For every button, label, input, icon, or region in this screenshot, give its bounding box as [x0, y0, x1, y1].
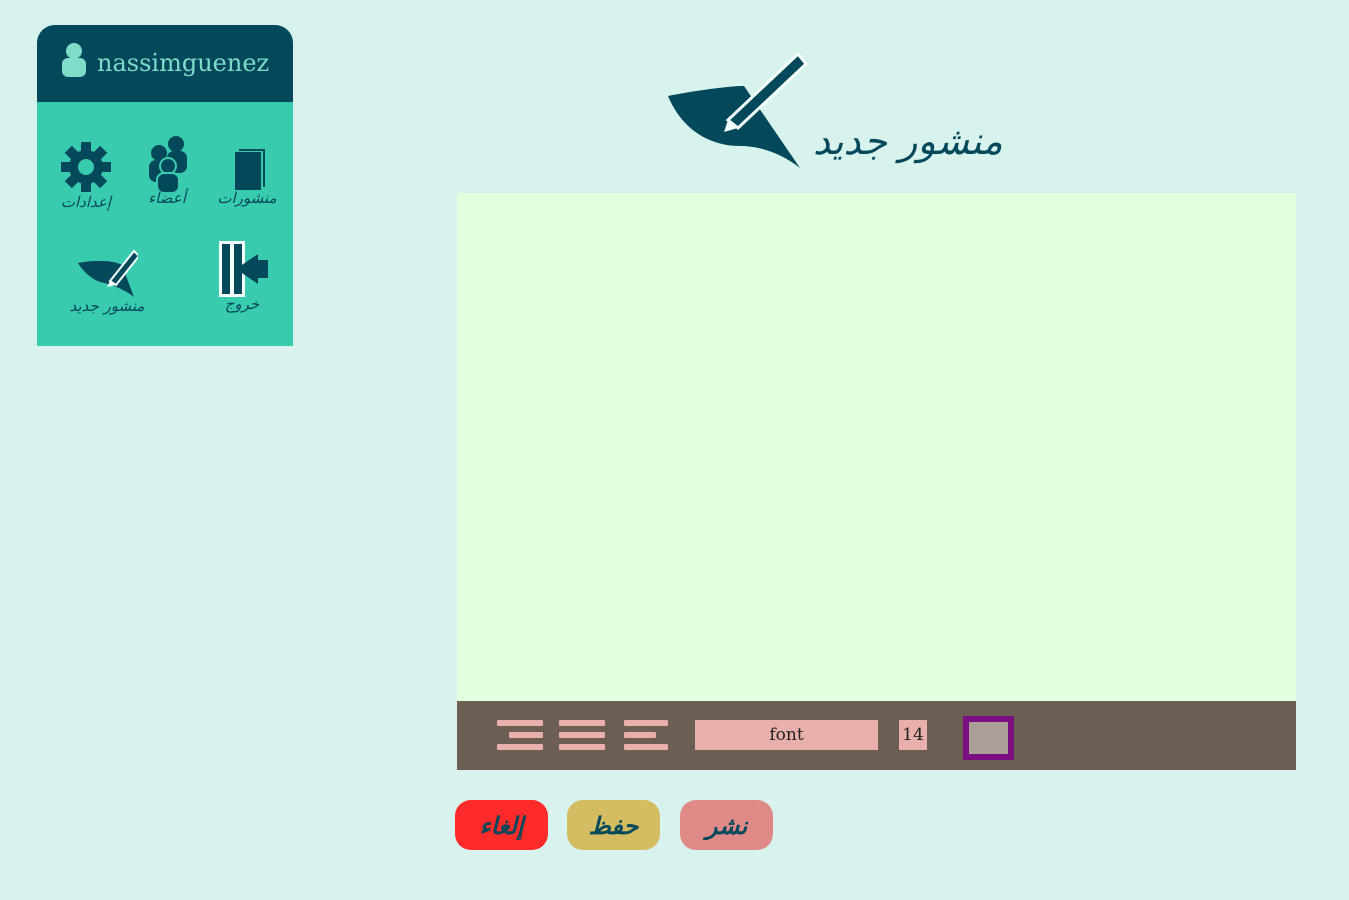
align-line — [559, 744, 605, 750]
cancel-button[interactable]: إلغاء — [455, 800, 548, 850]
color-picker-button[interactable] — [963, 716, 1014, 760]
align-line — [624, 732, 656, 738]
editor-toolbar — [457, 701, 1296, 770]
sidebar-item-settings[interactable]: إعدادات — [51, 141, 121, 210]
documents-icon — [235, 149, 265, 190]
align-center-button[interactable] — [559, 720, 605, 750]
align-left-button[interactable] — [624, 720, 670, 750]
user-icon — [62, 43, 86, 77]
sidebar-item-label: منشور جديد — [69, 297, 145, 315]
align-center-icon — [559, 720, 605, 726]
font-input[interactable] — [695, 720, 878, 750]
sidebar-item-members[interactable]: أعضاء — [137, 133, 197, 206]
font-size-input[interactable] — [899, 720, 927, 750]
align-left-icon — [624, 720, 668, 726]
sidebar-item-posts[interactable]: منشورات — [209, 147, 285, 206]
exit-icon — [219, 241, 268, 297]
page-header: منشور جديد — [668, 52, 1038, 172]
align-right-button[interactable] — [497, 720, 543, 750]
pen-icon — [78, 249, 138, 297]
sidebar-panel: nassimguenez منشورات أعضاء إعدادات خروج … — [37, 25, 293, 346]
publish-button[interactable]: نشر — [680, 800, 773, 850]
align-right-icon — [497, 720, 543, 726]
save-button[interactable]: حفظ — [567, 800, 660, 850]
sidebar-item-label: خروج — [224, 295, 260, 313]
post-editor[interactable] — [457, 193, 1296, 701]
pen-icon — [668, 52, 808, 168]
align-line — [497, 744, 543, 750]
page-title: منشور جديد — [813, 119, 1003, 163]
sidebar-item-new-post[interactable]: منشور جديد — [51, 247, 163, 314]
sidebar-header: nassimguenez — [37, 25, 293, 102]
sidebar-item-label: أعضاء — [148, 189, 186, 207]
align-line — [509, 732, 543, 738]
gear-icon — [61, 142, 111, 192]
align-line — [559, 732, 605, 738]
users-icon — [149, 136, 187, 193]
sidebar-item-label: منشورات — [217, 189, 277, 207]
sidebar-item-logout[interactable]: خروج — [209, 239, 275, 312]
username[interactable]: nassimguenez — [97, 51, 269, 75]
align-line — [624, 744, 668, 750]
sidebar-item-label: إعدادات — [60, 193, 112, 211]
